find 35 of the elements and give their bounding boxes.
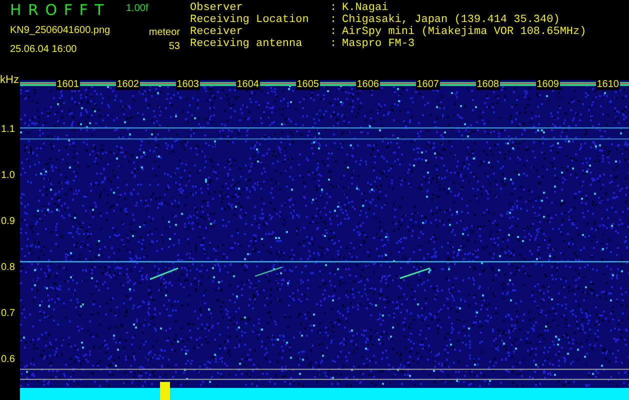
info-value: Chigasaki, Japan (139.414 35.340)	[342, 14, 560, 26]
time-label: 1609	[536, 80, 560, 90]
time-label: 1601	[56, 80, 80, 90]
version-label: 1.00f	[126, 3, 148, 14]
info-value: AirSpy mini (Miakejima VOR 108.65MHz)	[342, 26, 586, 38]
meteor-count: 53	[168, 41, 180, 52]
axis-label: 1.0	[1, 170, 15, 182]
date-time: 25.06.04 16:00	[10, 44, 78, 55]
axis-unit: kHz	[0, 74, 20, 86]
info-label: Receiver	[190, 26, 244, 38]
app-title: H R O F F T	[10, 1, 105, 19]
colon: :	[330, 14, 338, 26]
colon: :	[330, 38, 338, 50]
time-label: 1608	[476, 80, 500, 90]
colon: :	[330, 2, 338, 14]
time-label: 1603	[176, 80, 200, 90]
info-value: Maspro FM-3	[342, 38, 415, 50]
file-name: KN9_2506041600.png	[10, 25, 112, 36]
info-label: Observer	[190, 2, 244, 14]
time-label: 1606	[356, 80, 380, 90]
colon: :	[330, 26, 338, 38]
axis-label: 0.9	[1, 216, 15, 228]
time-label: 1610	[596, 80, 620, 90]
axis-label: 1.1	[1, 124, 15, 136]
axis-label: 0.8	[1, 262, 15, 274]
axis-label: 0.6	[1, 354, 15, 366]
info-value: K.Nagai	[342, 2, 388, 14]
time-label: 1607	[416, 80, 440, 90]
time-label: 1605	[296, 80, 320, 90]
axis-label: 0.7	[1, 308, 15, 320]
time-label: 1604	[236, 80, 260, 90]
info-label: Receiving antenna	[190, 38, 304, 50]
info-label: Receiving Location	[190, 14, 310, 26]
time-label: 1602	[116, 80, 140, 90]
meteor-label: meteor	[148, 27, 180, 38]
